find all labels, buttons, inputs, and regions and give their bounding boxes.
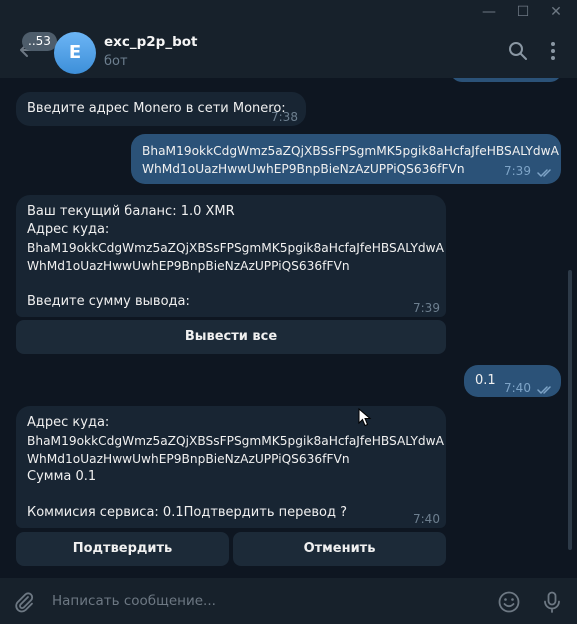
close-icon[interactable]: ✕ — [546, 2, 566, 22]
more-vertical-icon[interactable] — [542, 40, 564, 62]
message-text-line: WhMd1oUazHwwUwhEP9BnpBieNzAzUPPiQS636fFV… — [142, 162, 465, 176]
message-text-line: BhaM19okkCdgWmz5aZQjXBSsFPSgmMK5pgik8aHc… — [27, 434, 444, 448]
confirm-button[interactable]: Подтвердить — [16, 532, 229, 566]
message-text-line: Введите сумму вывода: — [27, 294, 190, 309]
withdraw-all-button[interactable]: Вывести все — [16, 320, 446, 354]
message-text: Введите адрес Monero в сети Monero: — [27, 101, 286, 116]
message-outgoing[interactable]: BhaM19okkCdgWmz5aZQjXBSsFPSgmMK5pgik8aHc… — [131, 134, 561, 184]
message-text-line: WhMd1oUazHwwUwhEP9BnpBieNzAzUPPiQS636fFV… — [27, 259, 350, 273]
minimize-icon[interactable]: — — [479, 2, 499, 22]
message-text-line: Сумма 0.1 — [27, 469, 97, 484]
cancel-button[interactable]: Отменить — [233, 532, 446, 566]
window-titlebar: — ☐ ✕ — [0, 0, 577, 24]
paperclip-icon[interactable] — [12, 590, 36, 614]
message-text-line: BhaM19okkCdgWmz5aZQjXBSsFPSgmMK5pgik8aHc… — [142, 144, 559, 158]
message-time: 7:39 — [413, 301, 440, 315]
message-text-line: Коммисия сервиса: 0.1Подтвердить перевод… — [27, 505, 347, 520]
chat-header: ..53 E exc_p2p_bot бот — [0, 24, 577, 78]
double-check-icon — [537, 166, 555, 178]
message-time: 7:39 — [504, 164, 531, 178]
message-incoming[interactable]: Адрес куда: BhaM19okkCdgWmz5aZQjXBSsFPSg… — [16, 406, 446, 528]
message-time: 7:38 — [271, 110, 298, 124]
double-check-icon — [537, 383, 555, 395]
message-outgoing[interactable]: 0.1 7:40 — [464, 365, 561, 397]
chat-title[interactable]: exc_p2p_bot — [104, 34, 197, 50]
avatar[interactable]: E — [54, 32, 96, 74]
message-text-line: WhMd1oUazHwwUwhEP9BnpBieNzAzUPPiQS636fFV… — [27, 452, 350, 466]
maximize-icon[interactable]: ☐ — [513, 2, 533, 22]
message-text-line: Адрес куда: — [27, 222, 110, 237]
message-text-line: Адрес куда: — [27, 415, 110, 430]
message-incoming[interactable]: Ваш текущий баланс: 1.0 XMR Адрес куда: … — [16, 195, 446, 317]
message-time: 7:40 — [504, 381, 531, 395]
unread-badge: ..53 — [22, 32, 57, 51]
message-text-line: Ваш текущий баланс: 1.0 XMR — [27, 204, 235, 219]
message-composer: Написать сообщение... — [0, 578, 577, 624]
message-list[interactable]: Введите адрес Monero в сети Monero: 7:38… — [0, 78, 577, 578]
chat-status: бот — [104, 54, 128, 69]
message-time: 7:40 — [413, 512, 440, 526]
message-text-line: BhaM19okkCdgWmz5aZQjXBSsFPSgmMK5pgik8aHc… — [27, 241, 444, 255]
message-text: 0.1 — [475, 373, 496, 388]
message-incoming[interactable]: Введите адрес Monero в сети Monero: 7:38 — [16, 92, 306, 126]
scrollbar[interactable] — [568, 270, 572, 550]
message-input[interactable]: Написать сообщение... — [52, 593, 216, 609]
emoji-icon[interactable] — [497, 590, 521, 614]
microphone-icon[interactable] — [540, 590, 564, 614]
search-icon[interactable] — [507, 40, 529, 62]
mouse-cursor-icon — [358, 407, 372, 428]
previous-message-fragment — [450, 78, 562, 82]
